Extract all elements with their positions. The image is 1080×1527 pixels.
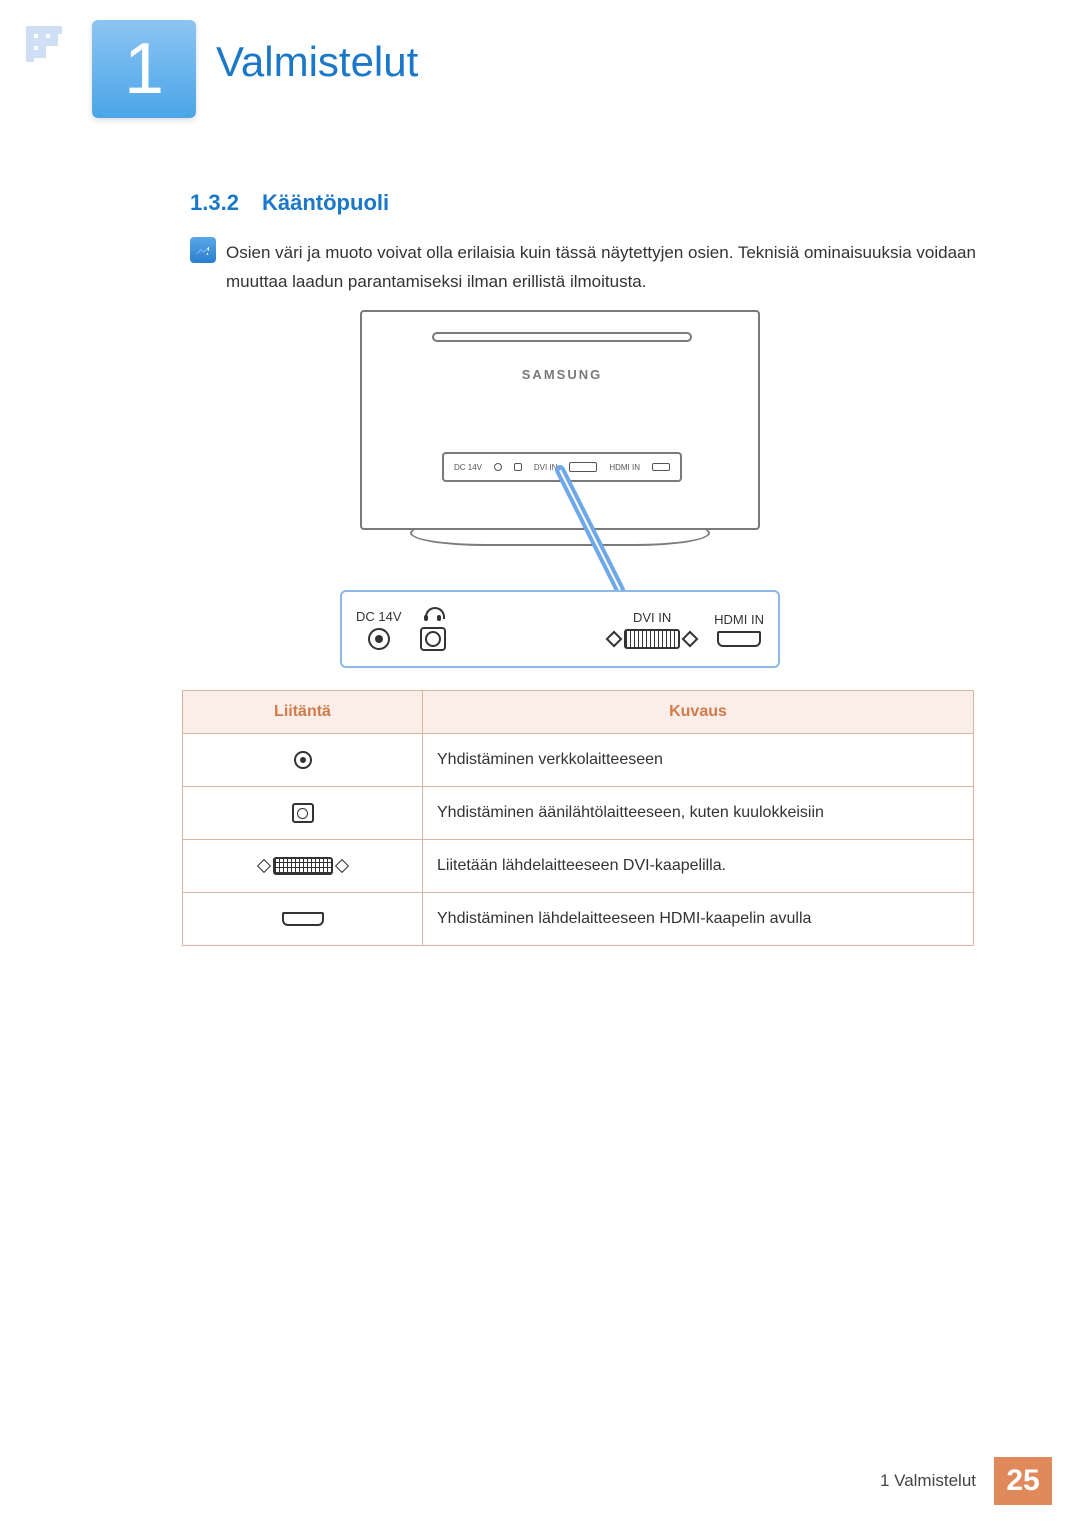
- callout-dc: DC 14V: [356, 609, 402, 650]
- note-text: Osien väri ja muoto voivat olla erilaisi…: [226, 238, 976, 296]
- callout-dc-label: DC 14V: [356, 609, 402, 624]
- decorative-corner-stripes: [26, 26, 62, 62]
- page-footer: 1 Valmistelut 25: [862, 1457, 1052, 1505]
- footer-page-number: 25: [994, 1457, 1052, 1505]
- dc-icon: [197, 746, 408, 774]
- monitor-brand-label: SAMSUNG: [362, 367, 762, 382]
- hdmi-icon: [197, 905, 408, 933]
- table-row: Yhdistäminen äänilähtölaitteeseen, kuten…: [183, 787, 974, 840]
- port-description-table: Liitäntä Kuvaus Yhdistäminen verkkolaitt…: [182, 690, 974, 946]
- chapter-title: Valmistelut: [216, 38, 418, 86]
- callout-hdmi: HDMI IN: [714, 612, 764, 647]
- table-header-desc: Kuvaus: [423, 691, 974, 734]
- callout-line: [560, 470, 660, 600]
- table-cell-desc: Liitetään lähdelaitteeseen DVI-kaapelill…: [423, 840, 974, 893]
- callout-dvi: DVI IN: [608, 610, 696, 649]
- rear-diagram: SAMSUNG DC 14V DVI IN HDMI IN DC 14V: [360, 310, 760, 670]
- audio-port-icon: [420, 627, 446, 651]
- table-row: Yhdistäminen verkkolaitteeseen: [183, 734, 974, 787]
- headphone-icon: [425, 607, 441, 623]
- port-callout-panel: DC 14V DVI IN HDMI IN: [340, 590, 780, 668]
- audio-icon: [197, 799, 408, 827]
- table-header-port: Liitäntä: [183, 691, 423, 734]
- table-row: Liitetään lähdelaitteeseen DVI-kaapelill…: [183, 840, 974, 893]
- dvi-port-icon: [608, 629, 696, 649]
- chapter-number-tab: 1: [92, 20, 196, 118]
- table-row: Yhdistäminen lähdelaitteeseen HDMI-kaape…: [183, 893, 974, 946]
- callout-audio: [420, 607, 446, 651]
- footer-chapter-label: 1 Valmistelut: [862, 1457, 994, 1505]
- table-cell-desc: Yhdistäminen äänilähtölaitteeseen, kuten…: [423, 787, 974, 840]
- dvi-icon: [197, 852, 408, 880]
- table-cell-desc: Yhdistäminen verkkolaitteeseen: [423, 734, 974, 787]
- note-icon: [190, 237, 216, 263]
- manual-page: 1 Valmistelut 1.3.2 Kääntöpuoli Osien vä…: [0, 0, 1080, 1527]
- hdmi-port-icon: [717, 631, 761, 647]
- chapter-number: 1: [124, 28, 164, 110]
- callout-dvi-label: DVI IN: [633, 610, 671, 625]
- callout-hdmi-label: HDMI IN: [714, 612, 764, 627]
- dc-port-icon: [368, 628, 390, 650]
- section-number: 1.3.2: [190, 190, 239, 216]
- section-title: Kääntöpuoli: [262, 190, 389, 216]
- monitor-vent: [432, 332, 692, 342]
- table-cell-desc: Yhdistäminen lähdelaitteeseen HDMI-kaape…: [423, 893, 974, 946]
